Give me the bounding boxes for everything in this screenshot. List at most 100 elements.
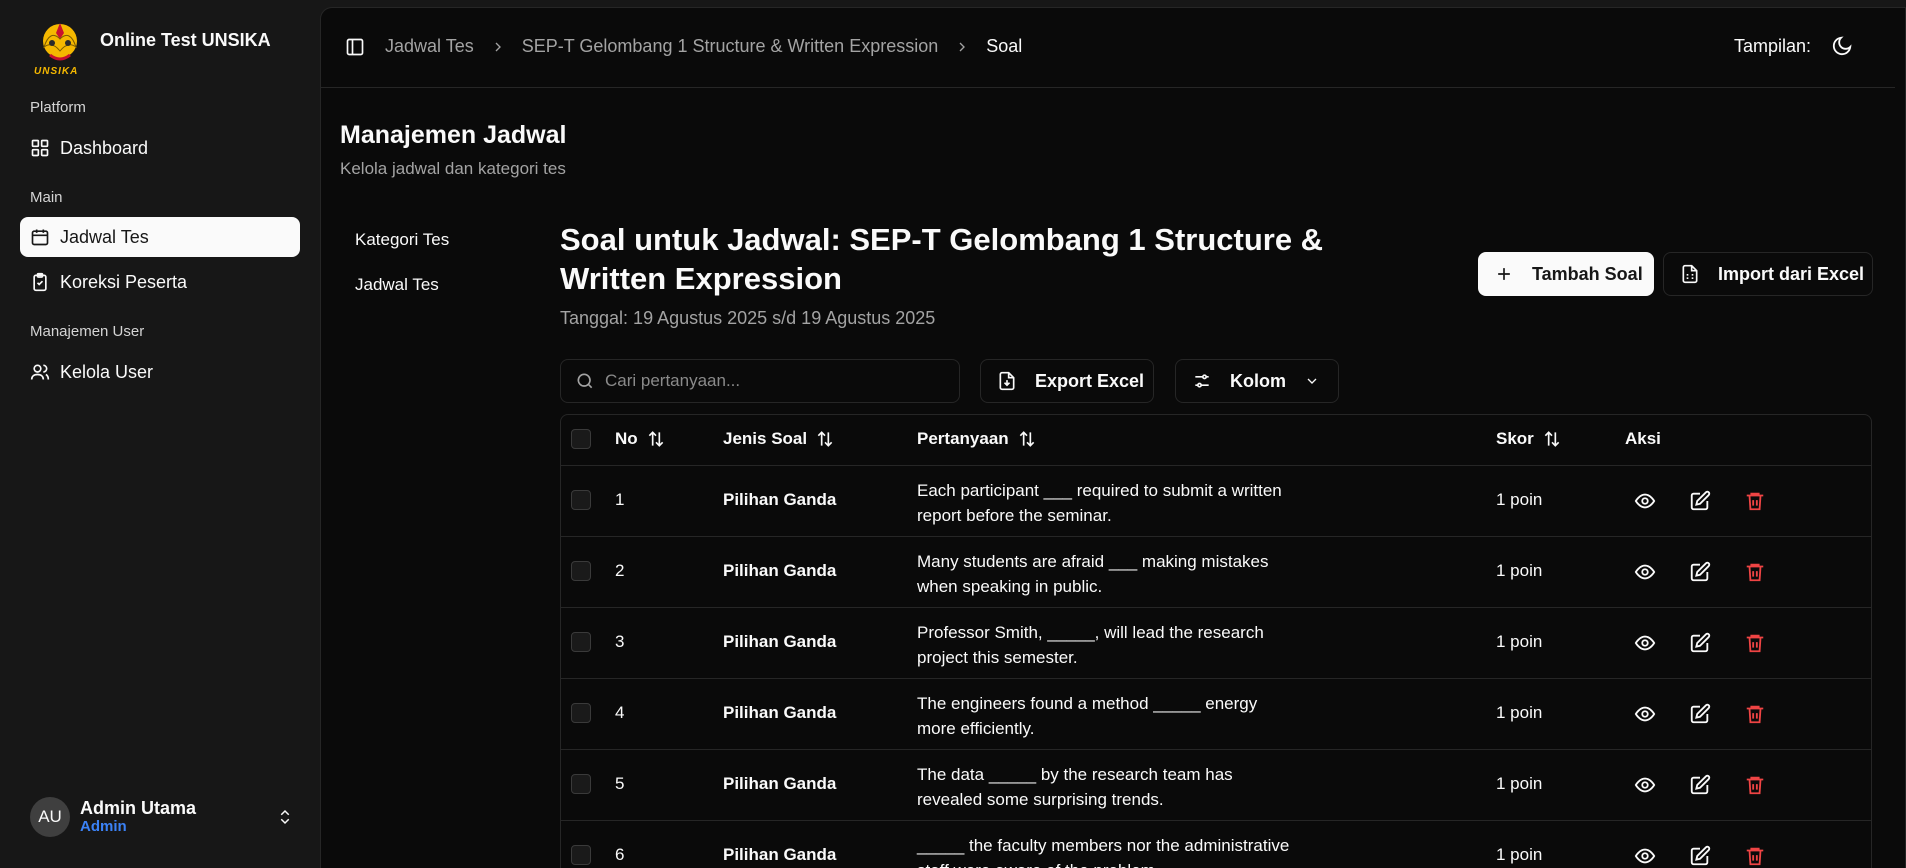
search-field[interactable] xyxy=(560,359,960,403)
page-subtitle: Kelola jadwal dan kategori tes xyxy=(340,159,566,178)
chevron-down-icon xyxy=(1307,378,1317,384)
sidebar-item-label: Dashboard xyxy=(60,137,149,158)
sidebar-item-dashboard[interactable]: Dashboard xyxy=(20,128,300,168)
delete-button[interactable] xyxy=(1744,490,1766,512)
page-title: Manajemen Jadwal xyxy=(340,121,567,149)
edit-icon xyxy=(1690,845,1711,866)
user-meta: Admin Utama Admin xyxy=(80,798,276,836)
sidebar-item-kelola-user[interactable]: Kelola User xyxy=(20,352,300,392)
row-checkbox[interactable] xyxy=(571,774,591,794)
table-row: 6 Pilihan Ganda _____ the faculty member… xyxy=(561,821,1871,868)
view-button[interactable] xyxy=(1634,490,1656,512)
select-all-checkbox[interactable] xyxy=(571,429,591,449)
delete-button[interactable] xyxy=(1744,845,1766,867)
row-score: 1 poin xyxy=(1496,490,1543,509)
row-question: Each participant ___ required to submit … xyxy=(917,481,1282,525)
header-actions: Aksi xyxy=(1625,429,1661,449)
row-no: 2 xyxy=(615,561,625,580)
row-score: 1 poin xyxy=(1496,774,1543,793)
row-type: Pilihan Ganda xyxy=(723,774,837,793)
sort-icon xyxy=(1019,431,1034,447)
breadcrumb: Jadwal Tes SEP-T Gelombang 1 Structure &… xyxy=(345,36,1022,57)
export-excel-label: Export Excel xyxy=(1035,370,1145,391)
eye-icon xyxy=(1634,848,1656,864)
edit-button[interactable] xyxy=(1689,774,1711,796)
view-button[interactable] xyxy=(1634,561,1656,583)
delete-button[interactable] xyxy=(1744,774,1766,796)
columns-label: Kolom xyxy=(1230,370,1286,391)
import-excel-label: Import dari Excel xyxy=(1718,263,1865,284)
header-type[interactable]: Jenis Soal xyxy=(723,429,835,449)
breadcrumb-schedule[interactable]: SEP-T Gelombang 1 Structure & Written Ex… xyxy=(522,36,939,57)
table-row: 2 Pilihan Ganda Many students are afraid… xyxy=(561,537,1871,608)
row-checkbox[interactable] xyxy=(571,703,591,723)
search-input[interactable] xyxy=(605,371,945,391)
edit-icon xyxy=(1690,561,1711,582)
search-icon xyxy=(577,373,593,389)
row-question: The engineers found a method _____ energ… xyxy=(917,694,1258,738)
theme-label: Tampilan: xyxy=(1733,35,1811,56)
header-no[interactable]: No xyxy=(615,429,666,449)
trash-icon xyxy=(1746,563,1764,582)
topbar: Jadwal Tes SEP-T Gelombang 1 Structure &… xyxy=(321,8,1895,88)
app-title: Online Test UNSIKA xyxy=(100,29,271,50)
table-row: 3 Pilihan Ganda Professor Smith, _____, … xyxy=(561,608,1871,679)
sidebar-toggle-icon[interactable] xyxy=(345,37,365,57)
edit-button[interactable] xyxy=(1689,490,1711,512)
delete-button[interactable] xyxy=(1744,703,1766,725)
row-checkbox[interactable] xyxy=(571,561,591,581)
table-header: No Jenis Soal Pertanyaan Skor Aksi xyxy=(561,415,1871,466)
edit-button[interactable] xyxy=(1689,632,1711,654)
edit-button[interactable] xyxy=(1689,845,1711,867)
add-question-button[interactable]: Tambah Soal xyxy=(1478,252,1654,296)
sidebar-item-jadwal-tes[interactable]: Jadwal Tes xyxy=(20,217,300,257)
calendar-icon xyxy=(31,229,49,246)
row-score: 1 poin xyxy=(1496,703,1543,722)
view-button[interactable] xyxy=(1634,845,1656,867)
view-button[interactable] xyxy=(1634,632,1656,654)
sidebar-item-label: Kelola User xyxy=(60,361,154,382)
row-checkbox[interactable] xyxy=(571,845,591,865)
eye-icon xyxy=(1634,493,1656,509)
sidebar: Online Test UNSIKA UNSIKA Platform Dashb… xyxy=(0,0,320,868)
eye-icon xyxy=(1634,635,1656,651)
edit-icon xyxy=(1690,774,1711,795)
add-question-label: Tambah Soal xyxy=(1532,263,1643,284)
subnav-jadwal-tes[interactable]: Jadwal Tes xyxy=(355,275,439,295)
user-name: Admin Utama xyxy=(80,798,197,818)
header-score[interactable]: Skor xyxy=(1496,429,1562,449)
header-question[interactable]: Pertanyaan xyxy=(917,429,1037,449)
moon-icon[interactable] xyxy=(1831,35,1853,57)
export-excel-button[interactable]: Export Excel xyxy=(980,359,1154,403)
sort-icon xyxy=(1544,431,1560,447)
breadcrumb-jadwal-tes[interactable]: Jadwal Tes xyxy=(385,36,474,57)
delete-button[interactable] xyxy=(1744,632,1766,654)
row-no: 1 xyxy=(615,490,625,509)
row-question: Professor Smith, _____, will lead the re… xyxy=(917,623,1264,667)
header-no-label: No xyxy=(615,429,638,448)
eye-icon xyxy=(1634,777,1656,793)
logo-text: UNSIKA xyxy=(34,66,79,77)
edit-icon xyxy=(1690,703,1711,724)
grid-icon xyxy=(31,139,49,157)
columns-dropdown-button[interactable]: Kolom xyxy=(1175,359,1339,403)
users-icon xyxy=(30,364,50,380)
row-type: Pilihan Ganda xyxy=(723,490,837,509)
header-score-label: Skor xyxy=(1496,429,1534,448)
trash-icon xyxy=(1746,705,1764,724)
delete-button[interactable] xyxy=(1744,561,1766,583)
import-excel-button[interactable]: Import dari Excel xyxy=(1663,252,1873,296)
eye-icon xyxy=(1634,564,1656,580)
edit-button[interactable] xyxy=(1689,703,1711,725)
view-button[interactable] xyxy=(1634,703,1656,725)
user-menu[interactable]: AU Admin Utama Admin xyxy=(30,796,294,838)
row-checkbox[interactable] xyxy=(571,490,591,510)
chevrons-up-down-icon[interactable] xyxy=(276,808,294,826)
edit-button[interactable] xyxy=(1689,561,1711,583)
row-checkbox[interactable] xyxy=(571,632,591,652)
view-button[interactable] xyxy=(1634,774,1656,796)
schedule-date: Tanggal: 19 Agustus 2025 s/d 19 Agustus … xyxy=(560,308,936,328)
subnav-kategori-tes[interactable]: Kategori Tes xyxy=(355,230,449,250)
sidebar-item-koreksi-peserta[interactable]: Koreksi Peserta xyxy=(20,262,300,302)
table-row: 1 Pilihan Ganda Each participant ___ req… xyxy=(561,466,1871,537)
